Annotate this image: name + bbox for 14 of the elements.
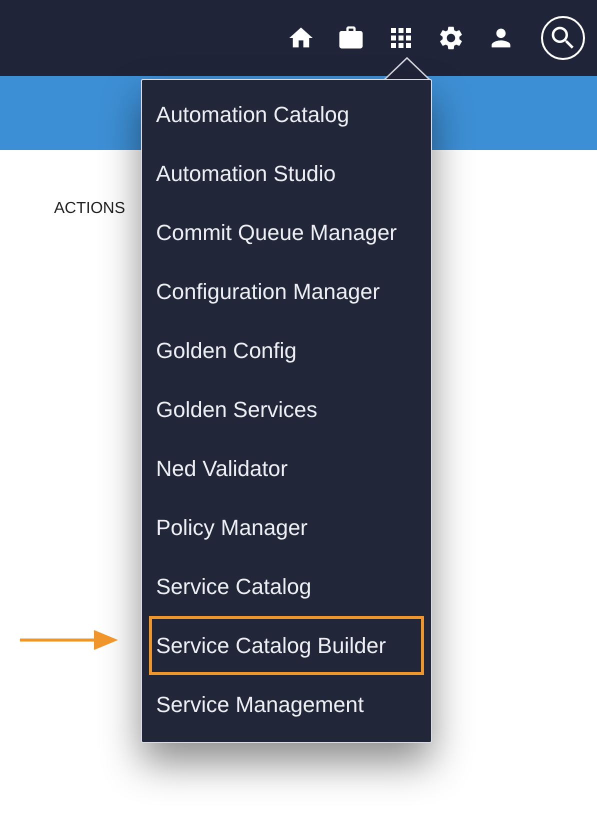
pointer-arrow-icon: [20, 628, 118, 652]
menu-item[interactable]: Service Management: [149, 675, 424, 734]
menu-item[interactable]: Service Catalog: [149, 557, 424, 616]
search-button[interactable]: [541, 16, 585, 60]
menu-item[interactable]: Automation Catalog: [149, 85, 424, 144]
menu-item[interactable]: Policy Manager: [149, 498, 424, 557]
menu-item[interactable]: Golden Services: [149, 380, 424, 439]
menu-item[interactable]: Automation Studio: [149, 144, 424, 203]
menu-item[interactable]: Commit Queue Manager: [149, 203, 424, 262]
actions-label: ACTIONS: [54, 200, 126, 217]
menu-item[interactable]: Configuration Manager: [149, 262, 424, 321]
menu-item[interactable]: Golden Config: [149, 321, 424, 380]
menu-item[interactable]: Ned Validator: [149, 439, 424, 498]
menu-item[interactable]: Service Catalog Builder: [149, 616, 424, 675]
